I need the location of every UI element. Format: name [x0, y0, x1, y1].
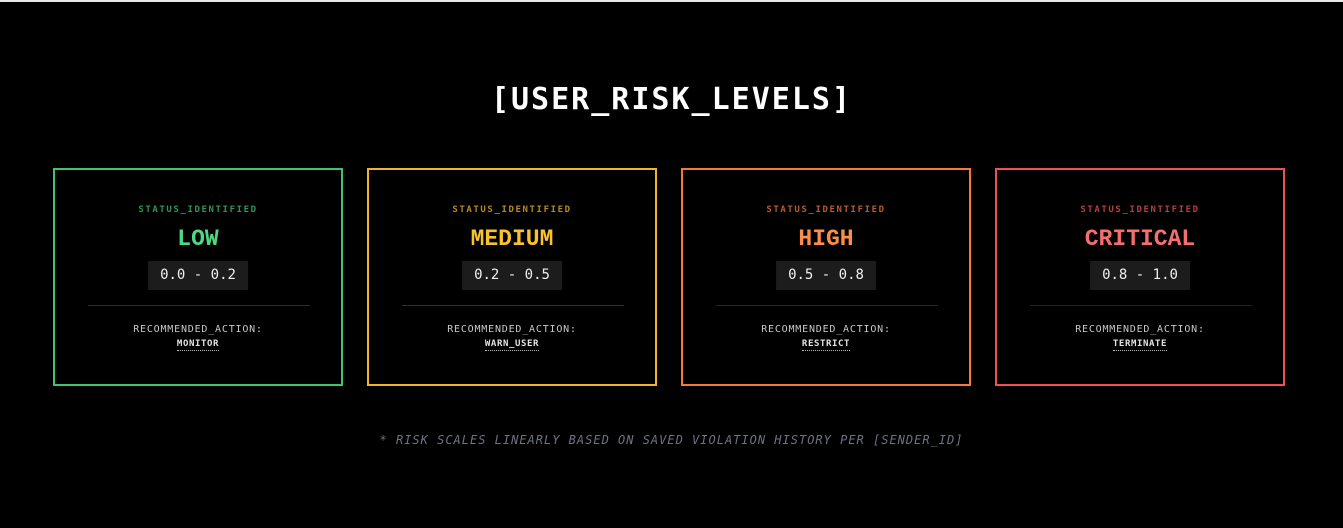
status-label: STATUS_IDENTIFIED	[138, 205, 258, 215]
recommended-action-label: RECOMMENDED_ACTION:	[447, 324, 577, 335]
risk-card-high: STATUS_IDENTIFIED HIGH 0.5 - 0.8 RECOMME…	[681, 168, 971, 386]
recommended-action-label: RECOMMENDED_ACTION:	[761, 324, 891, 335]
page: [USER_RISK_LEVELS] STATUS_IDENTIFIED LOW…	[0, 0, 1343, 528]
status-label: STATUS_IDENTIFIED	[766, 205, 886, 215]
recommended-action-label: RECOMMENDED_ACTION:	[1075, 324, 1205, 335]
risk-range-badge: 0.8 - 1.0	[1090, 261, 1190, 290]
recommended-action-value: MONITOR	[176, 339, 220, 351]
risk-level-name: MEDIUM	[470, 226, 554, 252]
recommended-action-label: RECOMMENDED_ACTION:	[133, 324, 263, 335]
risk-level-name: HIGH	[798, 226, 854, 252]
divider	[402, 305, 624, 306]
risk-level-name: CRITICAL	[1084, 226, 1196, 252]
divider	[88, 305, 310, 306]
risk-card-medium: STATUS_IDENTIFIED MEDIUM 0.2 - 0.5 RECOM…	[367, 168, 657, 386]
status-label: STATUS_IDENTIFIED	[452, 205, 572, 215]
risk-card-low: STATUS_IDENTIFIED LOW 0.0 - 0.2 RECOMMEN…	[53, 168, 343, 386]
recommended-action-value: WARN_USER	[484, 339, 540, 351]
divider	[1030, 305, 1252, 306]
page-title: [USER_RISK_LEVELS]	[490, 82, 853, 117]
recommended-action-value: RESTRICT	[801, 339, 851, 351]
risk-range-badge: 0.5 - 0.8	[776, 261, 876, 290]
status-label: STATUS_IDENTIFIED	[1080, 205, 1200, 215]
risk-card-critical: STATUS_IDENTIFIED CRITICAL 0.8 - 1.0 REC…	[995, 168, 1285, 386]
risk-level-cards: STATUS_IDENTIFIED LOW 0.0 - 0.2 RECOMMEN…	[53, 168, 1285, 386]
divider	[716, 305, 938, 306]
risk-range-badge: 0.0 - 0.2	[148, 261, 248, 290]
risk-level-name: LOW	[177, 226, 219, 252]
recommended-action-value: TERMINATE	[1112, 339, 1168, 351]
risk-range-badge: 0.2 - 0.5	[462, 261, 562, 290]
footnote: * RISK SCALES LINEARLY BASED ON SAVED VI…	[379, 433, 964, 447]
